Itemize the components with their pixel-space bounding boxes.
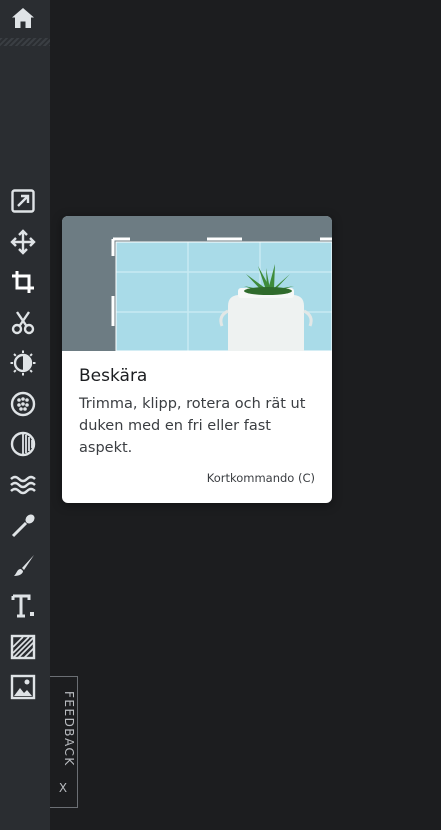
tool-adjust[interactable] — [7, 347, 39, 379]
feedback-label[interactable]: FEEDBACK — [52, 691, 76, 767]
tooltip-shortcut: Kortkommando (C) — [206, 471, 315, 485]
tool-texture[interactable] — [7, 631, 39, 663]
tool-crop[interactable] — [7, 266, 39, 298]
filter-dots-icon — [10, 391, 36, 417]
move-arrows-icon — [10, 229, 36, 255]
tool-vignette[interactable] — [7, 428, 39, 460]
text-icon — [11, 594, 34, 618]
tool-waves[interactable] — [7, 469, 39, 501]
resize-icon — [11, 189, 35, 213]
waves-icon — [10, 475, 36, 495]
tooltip-title: Beskära — [79, 366, 148, 386]
left-toolbar — [0, 0, 50, 830]
tool-touchup[interactable] — [7, 509, 39, 541]
tool-draw[interactable] — [7, 550, 39, 582]
tool-filter[interactable] — [7, 388, 39, 420]
brush-icon — [14, 555, 34, 576]
tool-image[interactable] — [7, 671, 39, 703]
tooltip-body: Beskära Trimma, klipp, rotera och rät ut… — [79, 366, 319, 459]
scissors-icon — [11, 311, 35, 335]
crop-tooltip: Beskära Trimma, klipp, rotera och rät ut… — [62, 216, 332, 503]
crop-preview-image — [62, 216, 332, 351]
vignette-icon — [10, 431, 36, 457]
texture-icon — [10, 634, 36, 660]
home-button[interactable] — [7, 2, 39, 34]
feedback-tab[interactable]: FEEDBACK X — [50, 676, 78, 808]
wand-icon — [11, 514, 35, 538]
home-divider — [0, 38, 50, 46]
tool-cut[interactable] — [7, 307, 39, 339]
tool-move[interactable] — [7, 226, 39, 258]
image-icon — [10, 674, 36, 700]
tooltip-description: Trimma, klipp, rotera och rät ut duken m… — [79, 396, 306, 456]
home-icon — [12, 8, 34, 28]
crop-icon — [12, 271, 34, 293]
feedback-close-button[interactable]: X — [50, 781, 76, 795]
tool-text[interactable] — [7, 590, 39, 622]
tool-resize[interactable] — [7, 185, 39, 217]
exposure-icon — [10, 350, 36, 376]
